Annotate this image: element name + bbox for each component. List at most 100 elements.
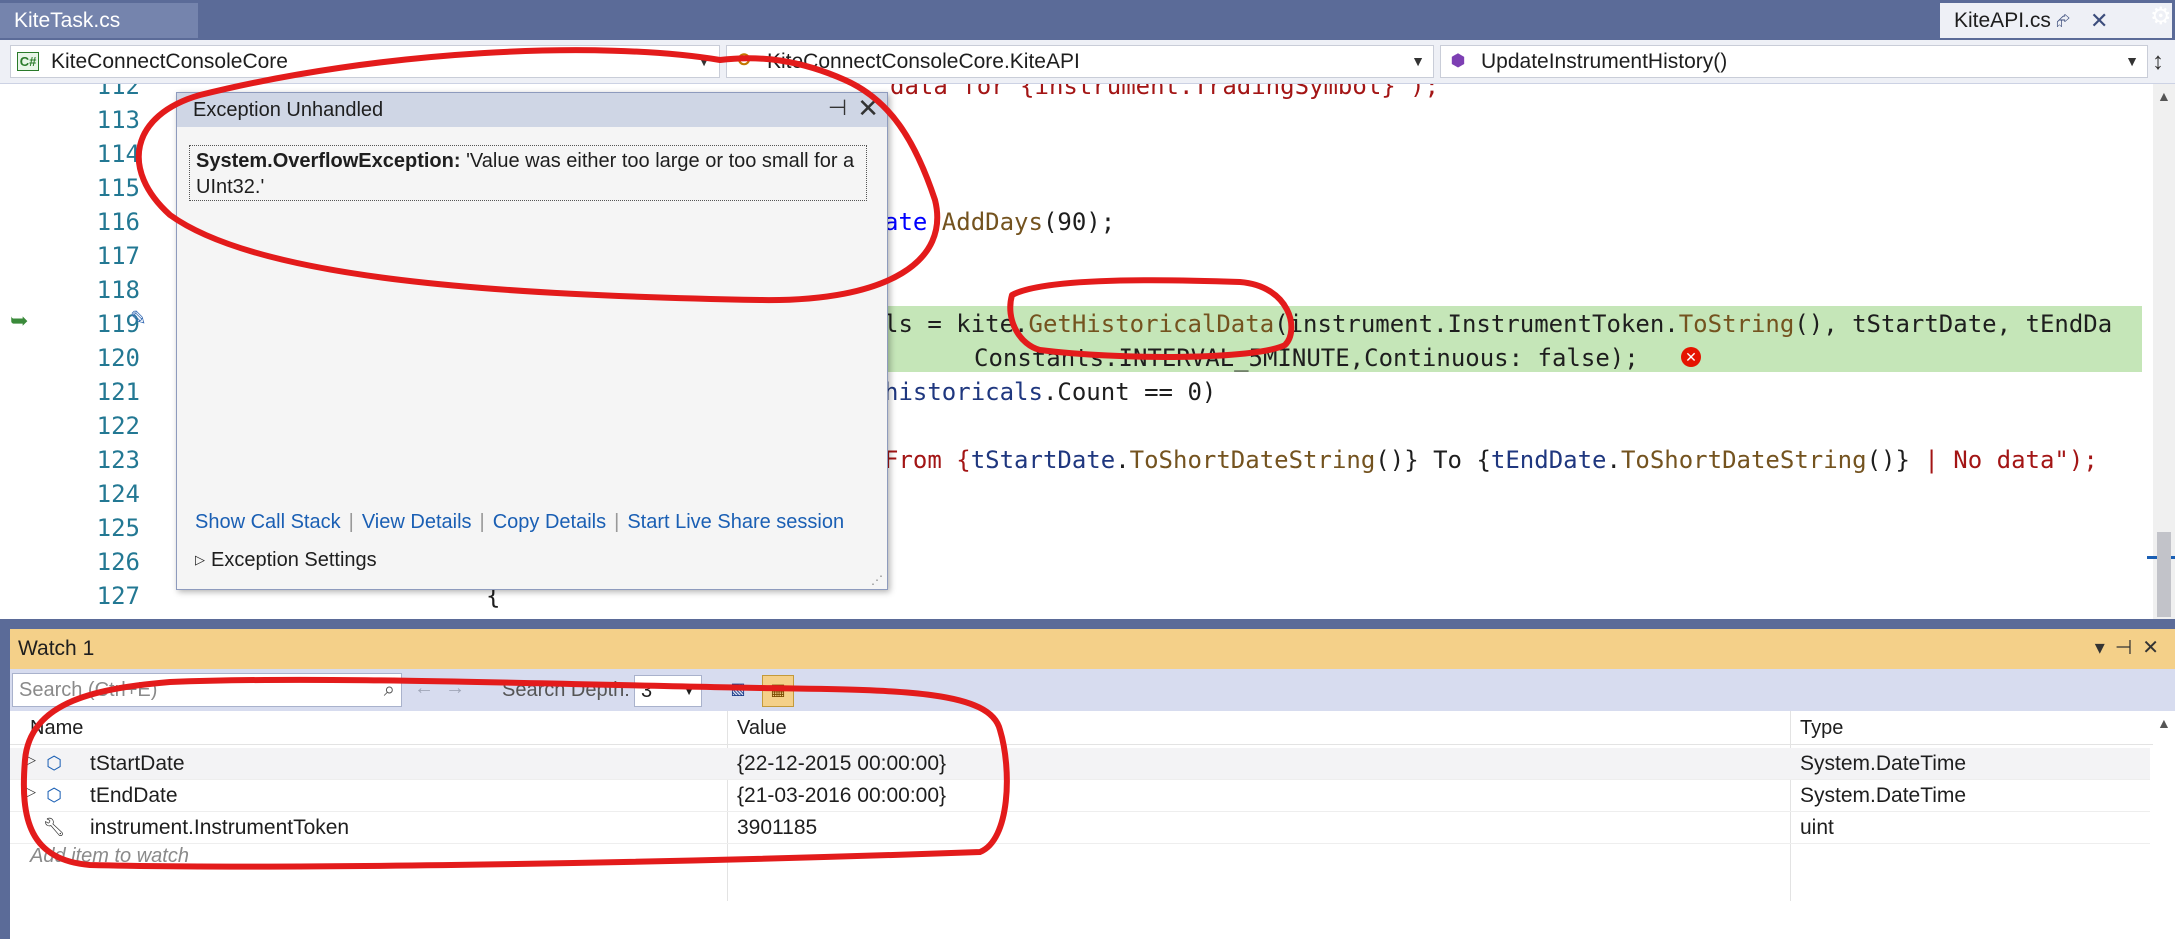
pin-dialog-icon[interactable]: ⊣ xyxy=(828,95,847,121)
chevron-down-icon: ▼ xyxy=(2125,53,2139,69)
line-number: 115 xyxy=(96,174,140,202)
close-icon[interactable]: ✕ xyxy=(857,93,879,124)
tab-kiteapi[interactable]: KiteAPI.cs ⮳ ✕ xyxy=(1940,3,2172,38)
tab-kitetask[interactable]: KiteTask.cs xyxy=(0,3,198,38)
close-tab-icon[interactable]: ✕ xyxy=(2090,3,2108,38)
line-number: 120 xyxy=(96,344,140,372)
exception-message-box[interactable]: System.OverflowException: 'Value was eit… xyxy=(189,145,867,201)
view-details-link[interactable]: View Details xyxy=(362,511,472,533)
dropdown-arrow-icon[interactable]: ▾ xyxy=(2095,637,2115,659)
debug-pin-icon[interactable]: ✎ xyxy=(130,306,147,331)
line-number: 116 xyxy=(96,208,140,236)
chevron-down-icon: ▼ xyxy=(1411,53,1425,69)
code-line-116: ate AddDays(90); xyxy=(884,208,1116,236)
line-number: 124 xyxy=(96,480,140,508)
watch-title: Watch 1 xyxy=(18,637,95,660)
scroll-up-icon[interactable]: ▲ xyxy=(2157,88,2171,104)
watch-window: Watch 1 ▾⊣✕ Search (Ctrl+E) ⌕ ← → Search… xyxy=(0,629,2175,939)
show-call-stack-link[interactable]: Show Call Stack xyxy=(195,511,341,533)
project-dropdown-label: KiteConnectConsoleCore xyxy=(51,50,288,73)
csharp-project-icon: C# xyxy=(17,52,39,71)
resize-grip-icon[interactable]: ⋰ xyxy=(871,573,883,587)
execution-pointer-icon: ➥ xyxy=(10,308,29,333)
code-line-120: Constants.INTERVAL_5MINUTE,Continuous: f… xyxy=(974,344,1639,372)
search-depth-dropdown[interactable]: 3 ▼ xyxy=(634,675,702,707)
watch-row-type: System.DateTime xyxy=(1800,752,1967,775)
start-live-share-link[interactable]: Start Live Share session xyxy=(627,511,844,533)
class-dropdown[interactable]: ⭘ KiteConnectConsoleCore.KiteAPI ▼ xyxy=(726,45,1434,78)
exception-settings-expander[interactable]: ▷ Exception Settings xyxy=(195,549,377,572)
error-icon[interactable]: ✕ xyxy=(1681,347,1701,367)
close-icon[interactable]: ✕ xyxy=(2142,637,2169,659)
settings-gear-icon[interactable]: ⚙ xyxy=(2150,2,2172,31)
dialog-links: Show Call Stack | View Details | Copy Detail… xyxy=(195,511,845,533)
tab-kiteapi-label: KiteAPI.cs xyxy=(1954,9,2051,32)
expand-arrow-icon[interactable]: ▷ xyxy=(26,784,36,800)
code-line-121: historicals.Count == 0) xyxy=(884,378,1217,406)
search-navigation: ← → xyxy=(414,677,465,700)
line-number: 121 xyxy=(96,378,140,406)
line-number: 114 xyxy=(96,140,140,168)
code-line-112: data for {instrument.TradingSymbol}"); xyxy=(890,84,1440,100)
exception-unhandled-dialog: Exception Unhandled ⊣ ✕ System.OverflowE… xyxy=(176,92,888,590)
editor-vertical-scrollbar[interactable]: ▲ xyxy=(2147,84,2175,619)
watch-row-name: instrument.InstrumentToken xyxy=(90,816,350,839)
watch-row-value[interactable]: {21-03-2016 00:00:00} xyxy=(737,784,946,808)
exception-type: System.OverflowException: xyxy=(196,150,461,172)
search-next-icon[interactable]: → xyxy=(445,677,465,699)
struct-icon: ⬡ xyxy=(46,785,62,805)
line-number: 112 xyxy=(96,84,140,100)
line-number: 119 xyxy=(96,310,140,338)
expand-arrow-icon[interactable]: ▷ xyxy=(26,752,36,768)
pin-icon[interactable]: ⊣ xyxy=(2115,637,2142,659)
wrench-icon: 🔧︎ xyxy=(42,817,66,837)
document-tab-strip: KiteTask.cs KiteAPI.cs ⮳ ✕ ⚙ xyxy=(0,0,2175,40)
pin-tab-icon[interactable]: ⮳ xyxy=(2056,3,2070,38)
column-header-name[interactable]: Name xyxy=(30,717,83,740)
watch-search-input[interactable]: Search (Ctrl+E) ⌕ xyxy=(12,673,402,707)
search-depth-value: 3 xyxy=(641,680,653,702)
line-number: 113 xyxy=(96,106,140,134)
search-placeholder: Search (Ctrl+E) xyxy=(19,679,158,701)
watch-row-type: uint xyxy=(1800,816,1834,839)
split-editor-icon[interactable]: ↕ xyxy=(2152,48,2164,76)
project-dropdown[interactable]: C# KiteConnectConsoleCore ▼ xyxy=(10,45,720,78)
chevron-down-icon: ▼ xyxy=(697,53,711,69)
filter-icon[interactable]: ▧ xyxy=(722,675,754,707)
watch-row-value[interactable]: 3901185 xyxy=(737,816,817,840)
column-header-value[interactable]: Value xyxy=(737,717,787,740)
search-icon[interactable]: ⌕ xyxy=(384,674,395,706)
view-columns-icon[interactable]: ▦ xyxy=(762,675,794,707)
search-prev-icon[interactable]: ← xyxy=(414,677,434,699)
watch-row[interactable]: ▷ ⬡ tEndDate {21-03-2016 00:00:00} Syste… xyxy=(10,780,2150,812)
member-dropdown[interactable]: ⬢ UpdateInstrumentHistory() ▼ xyxy=(1440,45,2148,78)
line-number: 123 xyxy=(96,446,140,474)
code-line-119: ls = kite.GetHistoricalData(instrument.I… xyxy=(884,310,2113,338)
scroll-up-icon[interactable]: ▲ xyxy=(2157,715,2171,731)
search-depth-label: Search Depth: xyxy=(502,679,630,701)
line-number: 118 xyxy=(96,276,140,304)
watch-vertical-scrollbar[interactable]: ▲ xyxy=(2153,715,2175,939)
watch-column-headers: Name Value Type xyxy=(10,715,2175,745)
watch-window-controls: ▾⊣✕ xyxy=(2095,635,2169,660)
panel-splitter[interactable] xyxy=(0,619,2175,629)
watch-row[interactable]: ▷ ⬡ tStartDate {22-12-2015 00:00:00} Sys… xyxy=(10,748,2150,780)
column-header-type[interactable]: Type xyxy=(1800,717,1843,740)
expand-triangle-icon: ▷ xyxy=(195,552,205,567)
line-number: 126 xyxy=(96,548,140,576)
line-number: 125 xyxy=(96,514,140,542)
watch-row-value[interactable]: {22-12-2015 00:00:00} xyxy=(737,752,946,776)
struct-icon: ⬡ xyxy=(46,753,62,773)
exception-settings-label: Exception Settings xyxy=(211,549,377,571)
watch-row-name: tStartDate xyxy=(90,752,185,775)
dialog-header: Exception Unhandled ⊣ ✕ xyxy=(177,93,887,127)
watch-row-name: tEndDate xyxy=(90,784,178,807)
line-number: 122 xyxy=(96,412,140,440)
copy-details-link[interactable]: Copy Details xyxy=(493,511,606,533)
chevron-down-icon: ▼ xyxy=(683,684,695,698)
add-watch-item[interactable]: Add item to watch xyxy=(30,845,189,868)
scrollbar-thumb[interactable] xyxy=(2157,532,2171,617)
class-dropdown-label: KiteConnectConsoleCore.KiteAPI xyxy=(767,50,1080,73)
line-number: 127 xyxy=(96,582,140,610)
watch-row[interactable]: 🔧︎ instrument.InstrumentToken 3901185 ui… xyxy=(10,812,2150,844)
